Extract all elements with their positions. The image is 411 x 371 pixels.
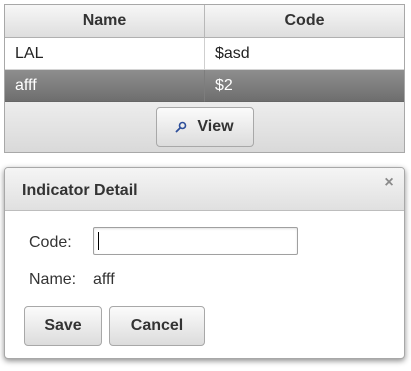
cell-name[interactable]: LAL: [5, 38, 205, 70]
dialog-title: Indicator Detail: [22, 182, 138, 199]
name-value: afff: [93, 271, 115, 288]
indicator-table: Name Code LAL $asd afff $2 View: [4, 4, 405, 153]
table-row-selected[interactable]: afff $2: [5, 70, 404, 102]
cell-code[interactable]: $2: [205, 70, 404, 102]
code-input[interactable]: [93, 227, 298, 255]
dialog-body: Code: Name: afff Save Cancel: [5, 211, 404, 358]
search-icon: [176, 121, 187, 133]
name-label: Name:: [29, 271, 77, 288]
column-header-name[interactable]: Name: [5, 5, 205, 38]
cell-code[interactable]: $asd: [205, 38, 404, 70]
view-button-label: View: [197, 118, 234, 135]
view-button[interactable]: View: [155, 107, 254, 147]
cancel-button[interactable]: Cancel: [109, 306, 205, 346]
column-header-code[interactable]: Code: [205, 5, 404, 38]
table-footer: View: [5, 102, 404, 152]
dialog-button-row: Save Cancel: [24, 306, 205, 346]
save-button[interactable]: Save: [24, 306, 102, 346]
table-grid: Name Code: [5, 5, 404, 38]
cell-name[interactable]: afff: [5, 70, 205, 102]
text-caret: [98, 232, 99, 250]
code-label: Code:: [29, 234, 72, 251]
table-row[interactable]: LAL $asd: [5, 38, 404, 70]
indicator-detail-dialog: Indicator Detail × Code: Name: afff Save…: [4, 167, 405, 359]
close-icon[interactable]: ×: [382, 175, 396, 191]
dialog-titlebar[interactable]: Indicator Detail ×: [5, 168, 404, 211]
